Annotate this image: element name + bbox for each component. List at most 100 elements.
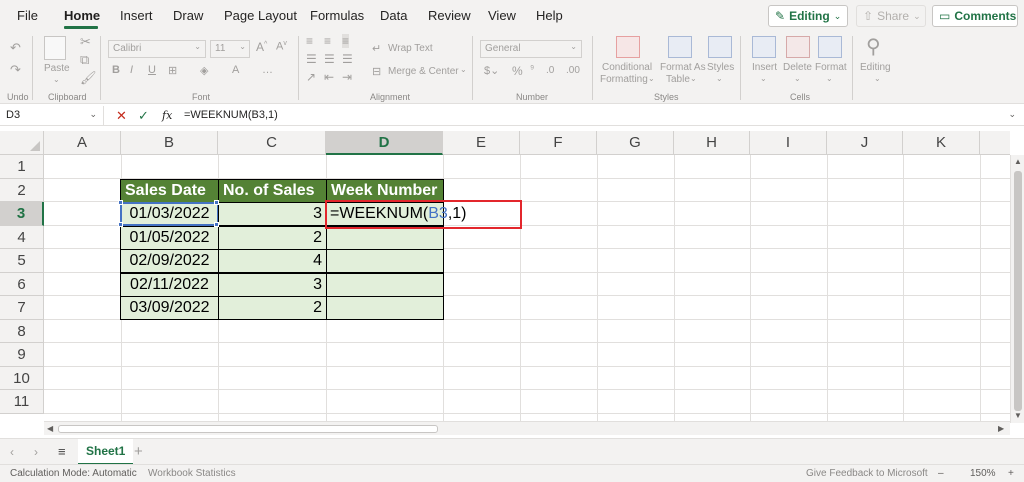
selection-handle[interactable] [214, 200, 219, 205]
cell-styles-icon[interactable] [708, 36, 732, 58]
header-no-of-sales[interactable]: No. of Sales [218, 179, 327, 203]
cell-d5[interactable] [326, 249, 444, 273]
formula-input[interactable]: =WEEKNUM(B3,1) [184, 109, 278, 121]
chevron-down-icon[interactable]: ⌄ [760, 74, 767, 83]
vertical-scrollbar[interactable]: ▲ ▼ [1010, 155, 1024, 423]
cell-c5[interactable]: 4 [218, 249, 327, 273]
comments-button[interactable]: ▭ Comments [932, 5, 1018, 27]
column-header-a[interactable]: A [44, 131, 121, 155]
align-right-icon[interactable]: ☰ [342, 52, 353, 66]
chevron-down-icon[interactable]: ⌄ [794, 74, 801, 83]
conditional-formatting-label-1[interactable]: Conditional [602, 62, 652, 73]
tab-file[interactable]: File [17, 8, 38, 23]
column-header-g[interactable]: G [597, 131, 674, 155]
column-header-i[interactable]: I [750, 131, 827, 155]
header-sales-date[interactable]: Sales Date [120, 179, 219, 203]
cell-c4[interactable]: 2 [218, 226, 327, 250]
zoom-level[interactable]: 150% [970, 468, 996, 479]
worksheet-grid[interactable]: A B C D E F G H I J K 1 2 3 4 5 6 7 8 9 … [0, 131, 1010, 421]
underline-icon[interactable]: U [148, 64, 156, 76]
chevron-down-icon[interactable]: ⌄ [53, 75, 60, 84]
horizontal-scrollbar[interactable]: ◀ ▶ [44, 421, 1010, 435]
delete-cells-icon[interactable] [786, 36, 810, 58]
format-painter-icon[interactable]: 🖌 [80, 70, 97, 86]
editing-mode-button[interactable]: ✎ Editing ⌄ [768, 5, 848, 27]
chevron-down-icon[interactable]: ⌄ [716, 74, 723, 83]
row-header-9[interactable]: 9 [0, 343, 44, 367]
row-header-3[interactable]: 3 [0, 202, 44, 226]
paste-label[interactable]: Paste [44, 63, 70, 74]
paste-icon[interactable] [44, 36, 66, 60]
align-center-icon[interactable]: ☰ [324, 52, 335, 66]
column-header-d[interactable]: D [326, 131, 443, 155]
cell-c3[interactable]: 3 [218, 202, 327, 226]
tab-home[interactable]: Home [64, 8, 100, 23]
row-header-5[interactable]: 5 [0, 249, 44, 273]
share-button[interactable]: ⇧ Share ⌄ [856, 5, 926, 27]
scroll-left-icon[interactable]: ◀ [47, 424, 53, 433]
column-header-c[interactable]: C [218, 131, 326, 155]
cell-b4[interactable]: 01/05/2022 [120, 226, 219, 250]
column-header-k[interactable]: K [903, 131, 980, 155]
row-header-6[interactable]: 6 [0, 273, 44, 296]
row-header-7[interactable]: 7 [0, 296, 44, 320]
tab-insert[interactable]: Insert [120, 8, 153, 23]
feedback-link[interactable]: Give Feedback to Microsoft [806, 468, 928, 479]
chevron-down-icon[interactable]: ⌄ [460, 65, 467, 74]
decrease-indent-icon[interactable]: ⇤ [324, 70, 334, 84]
scroll-up-icon[interactable]: ▲ [1014, 157, 1022, 166]
percent-icon[interactable]: % [512, 64, 523, 78]
increase-indent-icon[interactable]: ⇥ [342, 70, 352, 84]
column-header-b[interactable]: B [121, 131, 218, 155]
format-as-table-label-2[interactable]: Table [666, 74, 690, 85]
align-left-icon[interactable]: ☰ [306, 52, 317, 66]
chevron-down-icon[interactable]: ⌄ [690, 74, 697, 83]
scroll-thumb[interactable] [1014, 171, 1022, 411]
delete-cells-label[interactable]: Delete [783, 62, 812, 73]
wrap-text-button[interactable]: Wrap Text [388, 43, 433, 54]
sheet-tab-sheet1[interactable]: Sheet1 [78, 439, 134, 465]
selection-handle[interactable] [118, 222, 123, 227]
font-color-icon[interactable]: A [232, 64, 239, 76]
undo-icon[interactable]: ↶ [10, 40, 21, 56]
selection-handle[interactable] [118, 200, 123, 205]
selection-handle[interactable] [214, 222, 219, 227]
column-header-j[interactable]: J [827, 131, 903, 155]
format-as-table-icon[interactable] [668, 36, 692, 58]
decrease-decimal-icon[interactable]: .00 [566, 65, 580, 76]
chevron-down-icon[interactable]: ⌄ [826, 74, 833, 83]
calculation-mode[interactable]: Calculation Mode: Automatic [10, 468, 137, 479]
cell-b5[interactable]: 02/09/2022 [120, 249, 219, 273]
name-box[interactable]: D3 ⌄ [0, 106, 104, 126]
tab-review[interactable]: Review [428, 8, 471, 23]
align-middle-icon[interactable]: ≡ [324, 34, 331, 48]
redo-icon[interactable]: ↷ [10, 62, 21, 78]
currency-icon[interactable]: $⌄ [484, 64, 499, 77]
expand-formula-bar-icon[interactable]: ⌄ [1008, 109, 1016, 120]
tab-formulas[interactable]: Formulas [310, 8, 364, 23]
format-cells-label[interactable]: Format [815, 62, 847, 73]
previous-sheet-icon[interactable]: ‹ [10, 445, 14, 459]
conditional-formatting-label-2[interactable]: Formatting [600, 74, 648, 85]
chevron-down-icon[interactable]: ⌄ [874, 74, 881, 83]
cell-b3[interactable]: 01/03/2022 [120, 202, 219, 226]
cell-d7[interactable] [326, 296, 444, 320]
column-header-l[interactable] [980, 131, 1010, 155]
conditional-formatting-icon[interactable] [616, 36, 640, 58]
search-icon[interactable]: ⚲ [866, 34, 881, 59]
row-header-8[interactable]: 8 [0, 320, 44, 343]
cancel-icon[interactable]: ✕ [116, 108, 127, 124]
editing-group-button[interactable]: Editing [860, 62, 891, 73]
copy-icon[interactable]: ⧉ [80, 52, 89, 68]
row-header-11[interactable]: 11 [0, 390, 44, 414]
tab-page-layout[interactable]: Page Layout [224, 8, 297, 23]
row-header-10[interactable]: 10 [0, 367, 44, 390]
cell-b6[interactable]: 02/11/2022 [120, 273, 219, 297]
next-sheet-icon[interactable]: › [34, 445, 38, 459]
increase-decimal-icon[interactable]: .0 [546, 65, 554, 76]
align-bottom-icon[interactable]: ≡ [342, 34, 350, 48]
scroll-thumb[interactable] [58, 425, 438, 433]
font-size-dropdown[interactable]: 11 ⌄ [210, 40, 250, 58]
increase-font-icon[interactable]: A^ [256, 40, 267, 54]
cut-icon[interactable]: ✂ [80, 34, 91, 50]
